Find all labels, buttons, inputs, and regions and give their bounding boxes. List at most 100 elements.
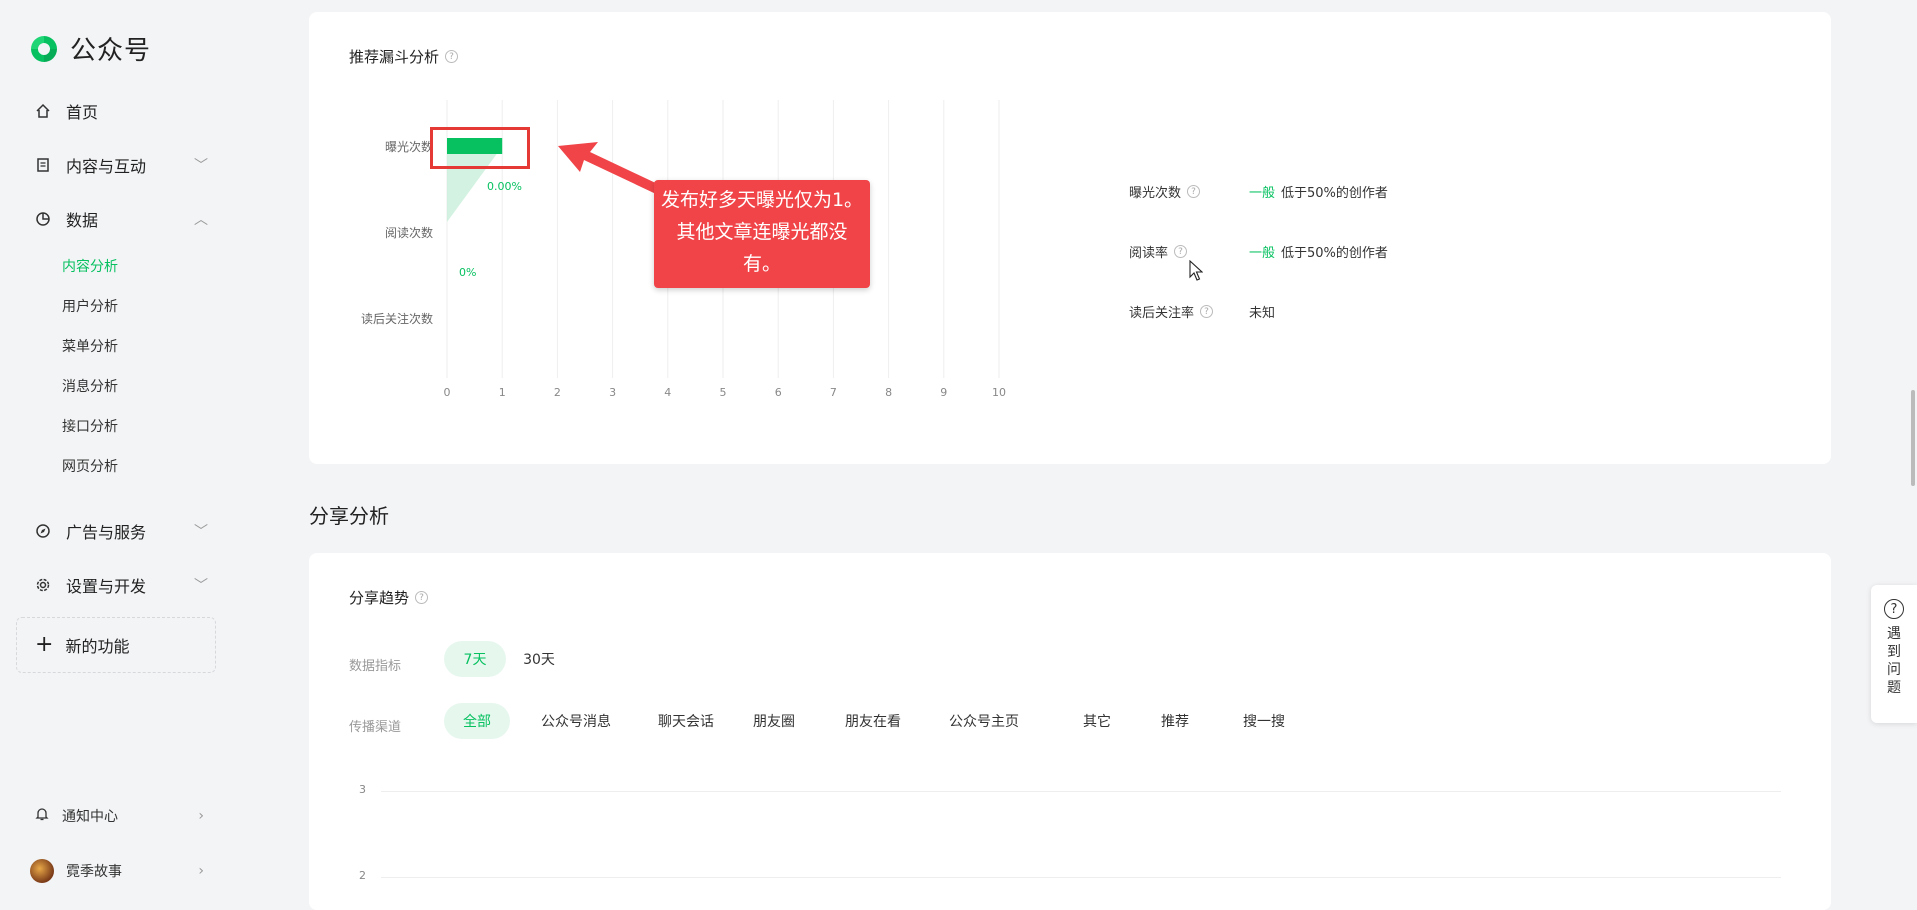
document-icon xyxy=(34,156,52,174)
annotation-line: 其他文章连曝光都没 xyxy=(676,221,848,243)
share-section-title: 分享分析 xyxy=(309,504,389,528)
bell-icon xyxy=(34,806,50,826)
x-tick-label: 1 xyxy=(499,386,506,399)
x-tick-label: 6 xyxy=(775,386,782,399)
mouse-cursor-icon xyxy=(1189,260,1203,281)
period-tab[interactable]: 7天 xyxy=(444,641,506,677)
question-icon: ? xyxy=(1884,599,1904,619)
sidebar-item-data[interactable]: 数据 ︿ xyxy=(34,207,208,231)
channel-tab[interactable]: 全部 xyxy=(444,703,510,739)
conversion-label: 0.00% xyxy=(487,180,522,193)
help-circle-icon[interactable]: ? xyxy=(1200,305,1214,318)
sidebar-item-content[interactable]: 内容与互动 ﹀ xyxy=(34,153,208,177)
pie-chart-icon xyxy=(34,210,52,228)
channel-tab[interactable]: 聊天会话 xyxy=(643,703,729,739)
help-circle-icon[interactable]: ? xyxy=(1187,185,1201,198)
grid-line xyxy=(381,791,1781,792)
metric-desc: 未知 xyxy=(1249,306,1276,321)
annotation-line: 有。 xyxy=(742,253,781,275)
sidebar-subitem-api-analysis[interactable]: 接口分析 xyxy=(62,416,118,436)
channel-label: 传播渠道 xyxy=(349,720,402,735)
annotation-line: 发布好多天曝光仅为1。 xyxy=(660,189,864,211)
sidebar-subitem-webpage-analysis[interactable]: 网页分析 xyxy=(62,456,118,476)
channel-tab[interactable]: 公众号主页 xyxy=(936,703,1032,739)
gear-icon xyxy=(34,576,52,594)
x-tick-label: 8 xyxy=(885,386,892,399)
logo[interactable]: 公众号 xyxy=(28,30,151,67)
sidebar-subitem-user-analysis[interactable]: 用户分析 xyxy=(62,296,118,316)
chevron-down-icon: ﹀ xyxy=(194,524,208,540)
y-tick-label: 2 xyxy=(359,869,366,882)
x-tick-label: 7 xyxy=(830,386,837,399)
help-button[interactable]: ? 遇到问题 xyxy=(1871,585,1917,723)
category-label: 阅读次数 xyxy=(385,225,433,240)
help-circle-icon[interactable]: ? xyxy=(1174,245,1188,258)
sidebar-item-label: 数据 xyxy=(66,211,99,230)
chevron-up-icon: ︿ xyxy=(194,212,208,228)
help-label: 遇到问题 xyxy=(1887,626,1901,696)
new-feature-label: 新的功能 xyxy=(65,637,130,656)
channel-tab[interactable]: 搜一搜 xyxy=(1235,703,1293,739)
chevron-right-icon: › xyxy=(198,808,204,824)
sidebar-subitem-message-analysis[interactable]: 消息分析 xyxy=(62,376,118,396)
chevron-down-icon: ﹀ xyxy=(194,578,208,594)
chevron-right-icon: › xyxy=(198,863,204,879)
account-name: 霓季故事 xyxy=(66,864,122,880)
metric-read-rate: 阅读率 ? 一般 低于50%的创作者 xyxy=(1129,242,1388,261)
x-tick-label: 10 xyxy=(992,386,1006,399)
compass-icon xyxy=(34,522,52,540)
x-tick-label: 2 xyxy=(554,386,561,399)
share-trend-card: 分享趋势 ? 数据指标 7天 30天 传播渠道 全部 公众号消息 聊天会话 朋友圈 朋友在… xyxy=(309,553,1831,910)
y-tick-label: 3 xyxy=(359,783,366,796)
sidebar-item-label: 设置与开发 xyxy=(66,577,147,596)
notification-label: 通知中心 xyxy=(62,809,118,825)
annotation-highlight-box xyxy=(430,127,530,169)
metric-level: 一般 xyxy=(1249,186,1276,201)
annotation-callout: 发布好多天曝光仅为1。 其他文章连曝光都没 有。 xyxy=(654,180,870,288)
account-menu[interactable]: 霓季故事 › xyxy=(30,859,204,883)
share-title-text: 分享趋势 xyxy=(349,589,410,607)
sidebar-item-label: 首页 xyxy=(66,103,99,122)
metric-exposure: 曝光次数 ? 一般 低于50%的创作者 xyxy=(1129,182,1388,201)
category-label: 读后关注次数 xyxy=(361,311,433,326)
sidebar: 公众号 首页 内容与互动 ﹀ 数据 ︿ 内容分析 用户分析 菜单分析 消息分析 … xyxy=(0,0,240,910)
x-tick-label: 0 xyxy=(444,386,451,399)
app-title: 公众号 xyxy=(70,36,152,66)
metric-follow-rate: 读后关注率 ? 未知 xyxy=(1129,302,1275,321)
help-circle-icon[interactable]: ? xyxy=(415,591,429,604)
metric-label: 数据指标 xyxy=(349,659,402,674)
conversion-label: 0% xyxy=(459,266,476,279)
sidebar-item-label: 内容与互动 xyxy=(66,157,147,176)
metric-label: 阅读率 xyxy=(1129,246,1169,261)
metric-level: 一般 xyxy=(1249,246,1276,261)
funnel-card: 推荐漏斗分析 ? 0 1 2 3 4 5 6 7 8 9 10 曝光次数 阅读次数 读后关注次数 0.00%… xyxy=(309,12,1831,464)
x-tick-label: 4 xyxy=(664,386,671,399)
channel-tab[interactable]: 朋友圈 xyxy=(741,703,807,739)
plus-icon: + xyxy=(35,632,54,657)
metric-label: 曝光次数 xyxy=(1129,186,1182,201)
sidebar-item-home[interactable]: 首页 xyxy=(34,99,204,123)
x-tick-label: 5 xyxy=(720,386,727,399)
notification-center[interactable]: 通知中心 › xyxy=(34,806,204,826)
metric-desc: 低于50%的创作者 xyxy=(1281,246,1388,261)
grid-line xyxy=(381,877,1781,878)
wechat-official-logo-icon xyxy=(31,35,57,62)
home-icon xyxy=(34,102,52,120)
period-tab[interactable]: 30天 xyxy=(514,641,564,677)
sidebar-item-ads[interactable]: 广告与服务 ﹀ xyxy=(34,519,208,543)
channel-tab[interactable]: 朋友在看 xyxy=(834,703,912,739)
new-feature-button[interactable]: + 新的功能 xyxy=(16,617,216,673)
sidebar-subitem-menu-analysis[interactable]: 菜单分析 xyxy=(62,336,118,356)
avatar xyxy=(30,859,54,883)
channel-tab[interactable]: 其它 xyxy=(1075,703,1119,739)
x-tick-label: 9 xyxy=(940,386,947,399)
sidebar-item-label: 广告与服务 xyxy=(66,523,147,542)
channel-tab[interactable]: 公众号消息 xyxy=(531,703,621,739)
annotation-arrow-icon xyxy=(558,142,662,194)
scrollbar[interactable] xyxy=(1911,390,1915,486)
x-tick-label: 3 xyxy=(609,386,616,399)
channel-tab[interactable]: 推荐 xyxy=(1153,703,1197,739)
sidebar-subitem-content-analysis[interactable]: 内容分析 xyxy=(62,256,118,276)
category-label: 曝光次数 xyxy=(385,139,433,154)
sidebar-item-settings[interactable]: 设置与开发 ﹀ xyxy=(34,573,208,597)
